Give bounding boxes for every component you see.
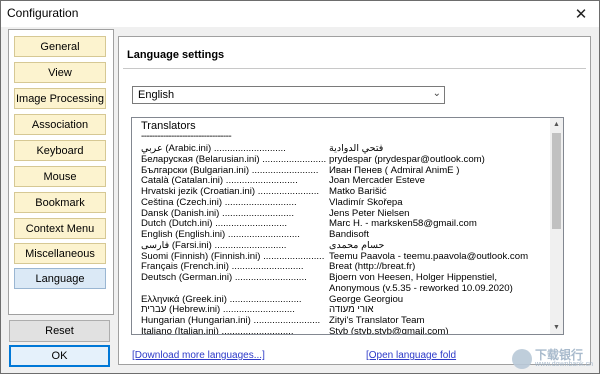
translator-row: عربي (Arabic.ini) ......................… [141,144,549,155]
translator-row: Hungarian (Hungarian.ini) ..............… [141,316,549,327]
translator-name: حسام محمدی [329,240,385,251]
download-languages-link[interactable]: [Download more languages...] [132,350,265,361]
translator-name: Bjoern von Heesen, Holger Hippenstiel, [329,273,497,283]
translator-name: Joan Mercader Esteve [329,176,425,187]
window-title: Configuration [7,6,79,20]
translator-row: English (English.ini) ..................… [141,230,549,241]
language-select[interactable]: English ⌄ [132,86,445,104]
translator-name: Styb (styb.styb@gmail.com) [329,326,449,335]
nav-view-button[interactable]: View [14,62,106,83]
nav-association-button[interactable]: Association [14,114,106,135]
translator-name: Breat (http://breat.fr) [329,262,416,273]
title-bar: Configuration ✕ [1,1,599,27]
translator-row: Italiano (Italian.ini) .................… [141,326,549,335]
section-title: Language settings [127,49,225,61]
translator-name: Zityi's Translator Team [329,316,425,326]
chevron-down-icon: ⌄ [432,88,441,99]
translator-row: עברית (Hebrew.ini) .....................… [141,305,549,316]
watermark: 下载银行 www.downbank.cn [512,349,593,369]
nav-mouse-button[interactable]: Mouse [14,166,106,187]
translator-row: Français (French.ini) ..................… [141,262,549,273]
nav-context-menu-button[interactable]: Context Menu [14,218,106,239]
language-settings-panel: Language settings English ⌄ Translators … [118,36,591,365]
translator-name: Matko Barišić [329,187,387,197]
translators-list[interactable]: Translators ----------------------------… [131,117,564,335]
translator-row: Български (Bulgarian.ini) ..............… [141,166,549,177]
translator-name: Иван Пенев ( Admiral AnimE ) [329,165,460,176]
translator-language: English (English.ini) ..................… [141,230,300,240]
nav-miscellaneous-button[interactable]: Miscellaneous [14,243,106,264]
translator-row: Deutsch (German.ini) ...................… [141,273,549,284]
translator-name: Vladimír Skořepa [329,197,403,208]
translator-row: Hrvatski jezik (Croatian.ini) ..........… [141,187,549,198]
translator-language: Dutch (Dutch.ini) ......................… [141,219,288,230]
translator-lines: عربي (Arabic.ini) ......................… [141,144,549,335]
nav-keyboard-button[interactable]: Keyboard [14,140,106,161]
translator-name: Jens Peter Nielsen [329,208,410,219]
translator-language: Català (Catalan.ini) ...................… [141,176,298,187]
translator-language: Suomi (Finnish) (Finnish.ini) ..........… [141,251,325,262]
scroll-up-icon[interactable]: ▲ [550,118,563,131]
translator-language: עברית (Hebrew.ini) .....................… [141,305,295,316]
translator-row: Anonymous (v.5.35 - reworked 10.09.2020) [141,284,549,295]
translator-language: Hrvatski jezik (Croatian.ini) ..........… [141,187,320,197]
translator-language: Italiano (Italian.ini) .................… [141,326,294,335]
translator-name: George Georgiou [329,294,404,305]
nav-general-button[interactable]: General [14,36,106,57]
close-button[interactable]: ✕ [563,1,599,27]
translator-row: فارسی (Farsi.ini) ......................… [141,241,549,252]
list-scrollbar[interactable]: ▲ ▼ [550,118,563,334]
scroll-thumb[interactable] [552,133,561,229]
translator-name: Teemu Paavola - teemu.paavola@outlook.co… [329,251,529,262]
translator-row: Dansk (Danish.ini) .....................… [141,209,549,220]
translator-row: Dutch (Dutch.ini) ......................… [141,219,549,230]
translator-name: Marc H. - marksken58@gmail.com [329,219,477,230]
translator-name: אורי מעודה [329,305,374,316]
section-divider [123,68,586,69]
translator-name: Anonymous (v.5.35 - reworked 10.09.2020) [329,283,513,294]
translator-row: Беларуская (Belarusian.ini) ............… [141,155,549,166]
watermark-url: www.downbank.cn [535,361,593,368]
translator-name: فتحي الدوادية [329,144,384,154]
open-language-folder-link[interactable]: [Open language fold [366,350,456,361]
watermark-logo-icon [512,349,533,369]
category-nav: General View Image Processing Associatio… [8,29,114,315]
translator-language: Čeština (Czech.ini) ....................… [141,197,297,208]
translator-name: prydespar (prydespar@outlook.com) [329,154,485,165]
ok-button[interactable]: OK [9,345,110,367]
translators-separator: --------------------------------- [141,131,232,142]
nav-image-processing-button[interactable]: Image Processing [14,88,106,109]
translator-language: Ελληνικά (Greek.ini) ...................… [141,294,302,305]
translator-row: Català (Catalan.ini) ...................… [141,176,549,187]
translator-name: Bandisoft [329,230,370,240]
translator-language: Français (French.ini) ..................… [141,262,304,273]
watermark-text: 下载银行 [535,348,584,362]
nav-bookmark-button[interactable]: Bookmark [14,192,106,213]
translator-language: Dansk (Danish.ini) .....................… [141,208,295,219]
scroll-down-icon[interactable]: ▼ [550,321,563,334]
translator-language: Беларуская (Belarusian.ini) ............… [141,154,327,165]
reset-button[interactable]: Reset [9,320,110,342]
translator-row: Suomi (Finnish) (Finnish.ini) ..........… [141,252,549,263]
selected-language: English [138,89,175,101]
translator-language: Deutsch (German.ini) ...................… [141,273,307,283]
configuration-window: Configuration ✕ General View Image Proce… [0,0,600,374]
translator-row: Čeština (Czech.ini) ....................… [141,198,549,209]
translator-row: Ελληνικά (Greek.ini) ...................… [141,295,549,306]
translator-language: عربي (Arabic.ini) ......................… [141,144,286,154]
translator-language: Български (Bulgarian.ini) ..............… [141,165,319,176]
translator-language: Hungarian (Hungarian.ini) ..............… [141,316,321,326]
nav-language-button[interactable]: Language [14,268,106,289]
translator-language: فارسی (Farsi.ini) ......................… [141,240,287,251]
